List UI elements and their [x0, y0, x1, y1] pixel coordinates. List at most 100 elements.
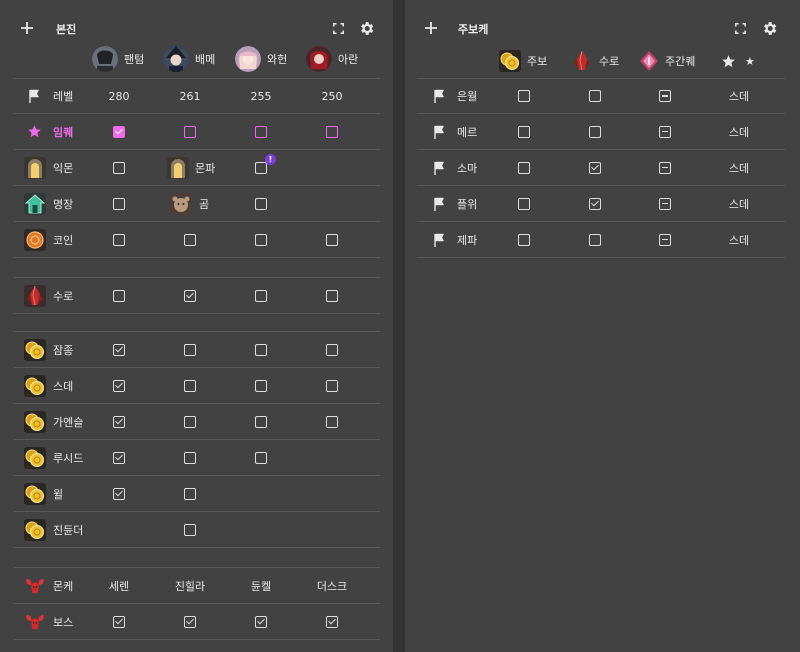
- checkbox[interactable]: [518, 197, 530, 210]
- checkbox[interactable]: [326, 415, 338, 428]
- avatar-aran: [306, 46, 332, 72]
- checkbox[interactable]: [255, 615, 267, 628]
- checkbox[interactable]: [184, 487, 196, 500]
- row-label: 가엔슬: [53, 415, 84, 429]
- ram-icon: [26, 614, 44, 629]
- gold-icon: [24, 338, 46, 361]
- gear-icon: [360, 21, 373, 35]
- settings-button[interactable]: [356, 18, 376, 38]
- checkbox[interactable]: [255, 289, 267, 302]
- checkbox[interactable]: [589, 90, 601, 102]
- level-value: 261: [179, 89, 201, 103]
- checkbox[interactable]: [184, 379, 196, 392]
- boss-row-lucid: 루시드: [14, 440, 380, 476]
- checkbox[interactable]: [326, 615, 338, 628]
- star-icon: [28, 125, 41, 138]
- gold-icon: [24, 518, 46, 541]
- checkbox[interactable]: [113, 615, 125, 628]
- character-column-battle-mage[interactable]: 배메: [163, 44, 215, 74]
- checkbox[interactable]: [589, 197, 601, 210]
- boss-row-will: 윌: [14, 476, 380, 512]
- boss-header-row: 몬케 세렌 진힐라 듄켈 더스크: [14, 568, 380, 604]
- pink-gem-icon: [638, 50, 660, 72]
- checkbox[interactable]: [255, 161, 267, 174]
- flag-icon: [434, 233, 444, 247]
- flag-icon: [434, 125, 444, 139]
- checkbox[interactable]: [255, 197, 267, 210]
- column-label: ★: [745, 54, 755, 68]
- indeterminate-checkbox[interactable]: [659, 233, 671, 246]
- column-label: 수로: [599, 55, 620, 68]
- checkbox[interactable]: [113, 233, 125, 246]
- checkbox[interactable]: [518, 233, 530, 246]
- checkbox[interactable]: [113, 343, 125, 356]
- checkbox[interactable]: [518, 90, 530, 102]
- checkbox[interactable]: [113, 161, 125, 174]
- checkbox[interactable]: [589, 161, 601, 174]
- flag-icon: [434, 89, 444, 103]
- checkbox[interactable]: [326, 289, 338, 302]
- character-column-phantom[interactable]: 팬텀: [92, 44, 144, 74]
- checkbox[interactable]: [326, 343, 338, 356]
- checkbox[interactable]: [326, 233, 338, 246]
- checkbox[interactable]: [255, 379, 267, 392]
- checkbox[interactable]: [113, 125, 125, 138]
- settings-button[interactable]: [759, 18, 779, 38]
- column-suro: 수로: [571, 46, 619, 76]
- checkbox[interactable]: [326, 379, 338, 392]
- character-column-aran[interactable]: 아란: [306, 44, 358, 74]
- checkbox[interactable]: [255, 415, 267, 428]
- row-label: 제파: [457, 233, 478, 247]
- gold-icon: [24, 482, 46, 505]
- checkbox[interactable]: [113, 487, 125, 500]
- level-row: 레벨 280 261 255 250: [14, 78, 380, 114]
- row-label: 소마: [457, 161, 478, 175]
- row-label: 코인: [53, 233, 74, 247]
- indeterminate-checkbox[interactable]: [659, 161, 671, 174]
- boss-tag: 스데: [728, 233, 750, 247]
- checkbox[interactable]: [255, 343, 267, 356]
- expand-button[interactable]: [330, 20, 346, 36]
- checkbox[interactable]: [589, 233, 601, 246]
- indeterminate-checkbox[interactable]: [659, 90, 671, 102]
- gate-icon: [167, 156, 189, 179]
- row-label: 잠종: [53, 343, 74, 357]
- sub-row: 플위 스데: [417, 186, 785, 222]
- task-row-suro: 수로: [14, 278, 380, 314]
- checkbox[interactable]: [113, 451, 125, 464]
- checkbox[interactable]: [184, 415, 196, 428]
- indeterminate-checkbox[interactable]: [659, 197, 671, 210]
- checkbox[interactable]: [255, 125, 267, 138]
- checkbox[interactable]: [184, 289, 196, 302]
- expand-button[interactable]: [732, 20, 748, 36]
- character-column-wild-hunter[interactable]: 와헌: [235, 44, 287, 74]
- checkbox[interactable]: [255, 451, 267, 464]
- row-label: 윌: [53, 487, 64, 501]
- checkbox[interactable]: [184, 451, 196, 464]
- add-button[interactable]: [422, 19, 440, 37]
- checkbox[interactable]: [113, 415, 125, 428]
- checkbox[interactable]: [113, 197, 125, 210]
- column-weekly-quest: 주간퀘: [638, 46, 695, 76]
- row-label: 임퀘: [53, 125, 74, 139]
- checkbox[interactable]: [589, 125, 601, 138]
- checkbox[interactable]: [184, 233, 196, 246]
- sub-row: 소마 스데: [417, 150, 785, 186]
- checkbox[interactable]: [518, 161, 530, 174]
- checkbox[interactable]: [184, 523, 196, 536]
- indeterminate-checkbox[interactable]: [659, 125, 671, 138]
- checkbox[interactable]: [184, 615, 196, 628]
- boss-tag: 스데: [728, 125, 750, 139]
- checkbox[interactable]: [518, 125, 530, 138]
- checkbox[interactable]: [184, 125, 196, 138]
- row-label: 보스: [53, 615, 74, 629]
- checkbox[interactable]: [255, 233, 267, 246]
- add-button[interactable]: [18, 19, 36, 37]
- checkbox[interactable]: [326, 125, 338, 138]
- checkbox[interactable]: [184, 343, 196, 356]
- plus-icon: [21, 22, 33, 34]
- checkbox[interactable]: [113, 289, 125, 302]
- boss-row-sde: 스데: [14, 368, 380, 404]
- checkbox[interactable]: [113, 379, 125, 392]
- row-label: 메르: [457, 125, 478, 139]
